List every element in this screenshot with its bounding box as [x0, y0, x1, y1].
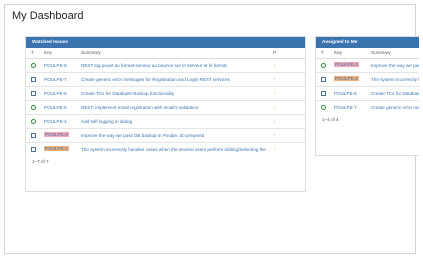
task-type-icon — [31, 133, 36, 138]
task-type-icon — [321, 91, 326, 96]
improvement-type-icon — [31, 63, 36, 68]
gadget-title: Watched Issues — [26, 37, 305, 48]
col-summary[interactable]: Summary — [81, 50, 101, 55]
priority-major-icon: ↑ — [273, 133, 276, 139]
issue-key-link[interactable]: POULPE-3 — [334, 62, 359, 67]
table-row[interactable]: POULPE-4 Add self logging in dialog ↓ — [26, 114, 305, 128]
issue-summary-link[interactable]: The system incorrectly handles cases whe… — [371, 77, 419, 82]
priority-major-icon: ↑ — [273, 147, 276, 153]
priority-major-icon: ↑ — [273, 77, 276, 83]
task-type-icon — [31, 77, 36, 82]
priority-major-icon: ↑ — [273, 91, 276, 97]
table-row[interactable]: POULPE-7 Create generic error messages fo… — [316, 100, 419, 114]
pagination-info: 1–7 of 7 — [32, 159, 49, 164]
issue-summary-link[interactable]: Create TCs for Database — [371, 91, 419, 96]
table-row[interactable]: POULPE-3 Improve the way we pass — [316, 59, 419, 72]
task-type-icon — [321, 77, 326, 82]
watched-issues-gadget: Watched Issues T Key Summary P POULPE-8 R… — [25, 36, 306, 192]
issue-list: POULPE-3 Improve the way we pass POULPE-2 T… — [316, 59, 419, 114]
table-row[interactable]: POULPE-6 Create TCs for Database — [316, 86, 419, 100]
issue-summary-link[interactable]: Improve the way we pass DB backup in Pou… — [81, 133, 266, 138]
issue-key-link[interactable]: POULPE-6 — [334, 91, 357, 96]
issue-key-link[interactable]: POULPE-7 — [44, 77, 67, 82]
table-header: T Key Summary P — [26, 48, 305, 59]
table-row[interactable]: POULPE-6 Create TCs for Database Backup f… — [26, 86, 305, 100]
issue-key-link[interactable]: POULPE-5 — [44, 105, 67, 110]
pagination-info: 1–4 of 4 — [322, 117, 339, 122]
col-priority[interactable]: P — [273, 50, 276, 55]
issue-summary-link[interactable]: REST: implement email registration with … — [81, 105, 266, 110]
issue-summary-link[interactable]: Create generic error messages for REST s… — [371, 105, 419, 110]
issue-key-link[interactable]: POULPE-8 — [44, 63, 67, 68]
table-row[interactable]: POULPE-5 REST: implement email registrati… — [26, 100, 305, 114]
issue-key-link[interactable]: POULPE-2 — [334, 76, 359, 81]
table-row[interactable]: POULPE-7 Create generic error messages fo… — [26, 72, 305, 86]
task-type-icon — [31, 91, 36, 96]
improvement-type-icon — [31, 105, 36, 110]
issue-key-link[interactable]: POULPE-6 — [44, 91, 67, 96]
page-title: My Dashboard — [12, 10, 84, 22]
improvement-type-icon — [31, 119, 36, 124]
issue-key-link[interactable]: POULPE-3 — [44, 132, 69, 137]
col-summary[interactable]: Summary — [371, 50, 391, 55]
table-row[interactable]: POULPE-2 The system incorrectly handles c… — [316, 72, 419, 86]
issue-key-link[interactable]: POULPE-7 — [334, 105, 357, 110]
col-type[interactable]: T — [31, 50, 34, 55]
issue-summary-link[interactable]: Create generic error messages for Regist… — [81, 77, 266, 82]
assigned-issues-gadget: Assigned to Me T Key Summary POULPE-3 Imp… — [315, 36, 419, 156]
issue-list: POULPE-8 REST log pouet au format serveur… — [26, 59, 305, 156]
task-type-icon — [31, 147, 36, 152]
table-row[interactable]: POULPE-3 Improve the way we pass DB backu… — [26, 128, 305, 142]
improvement-type-icon — [321, 105, 326, 110]
table-row[interactable]: POULPE-2 The system incorrectly handles c… — [26, 142, 305, 156]
table-row[interactable]: POULPE-8 REST log pouet au format serveur… — [26, 59, 305, 72]
issue-summary-link[interactable]: REST log pouet au format serveur au boun… — [81, 63, 266, 68]
col-type[interactable]: T — [321, 50, 324, 55]
improvement-type-icon — [321, 63, 326, 68]
priority-minor-icon: ↓ — [273, 119, 276, 125]
issue-summary-link[interactable]: Add self logging in dialog — [81, 119, 266, 124]
issue-summary-link[interactable]: The system incorrectly handles cases whe… — [81, 147, 266, 152]
gadget-title: Assigned to Me — [316, 37, 419, 48]
priority-major-icon: ↑ — [273, 63, 276, 69]
issue-summary-link[interactable]: Create TCs for Database Backup functiona… — [81, 91, 266, 96]
issue-summary-link[interactable]: Improve the way we pass — [371, 63, 419, 68]
table-header: T Key Summary — [316, 48, 419, 59]
issue-key-link[interactable]: POULPE-4 — [44, 119, 67, 124]
priority-major-icon: ↑ — [273, 105, 276, 111]
col-key[interactable]: Key — [334, 50, 342, 55]
col-key[interactable]: Key — [44, 50, 52, 55]
issue-key-link[interactable]: POULPE-2 — [44, 146, 69, 151]
